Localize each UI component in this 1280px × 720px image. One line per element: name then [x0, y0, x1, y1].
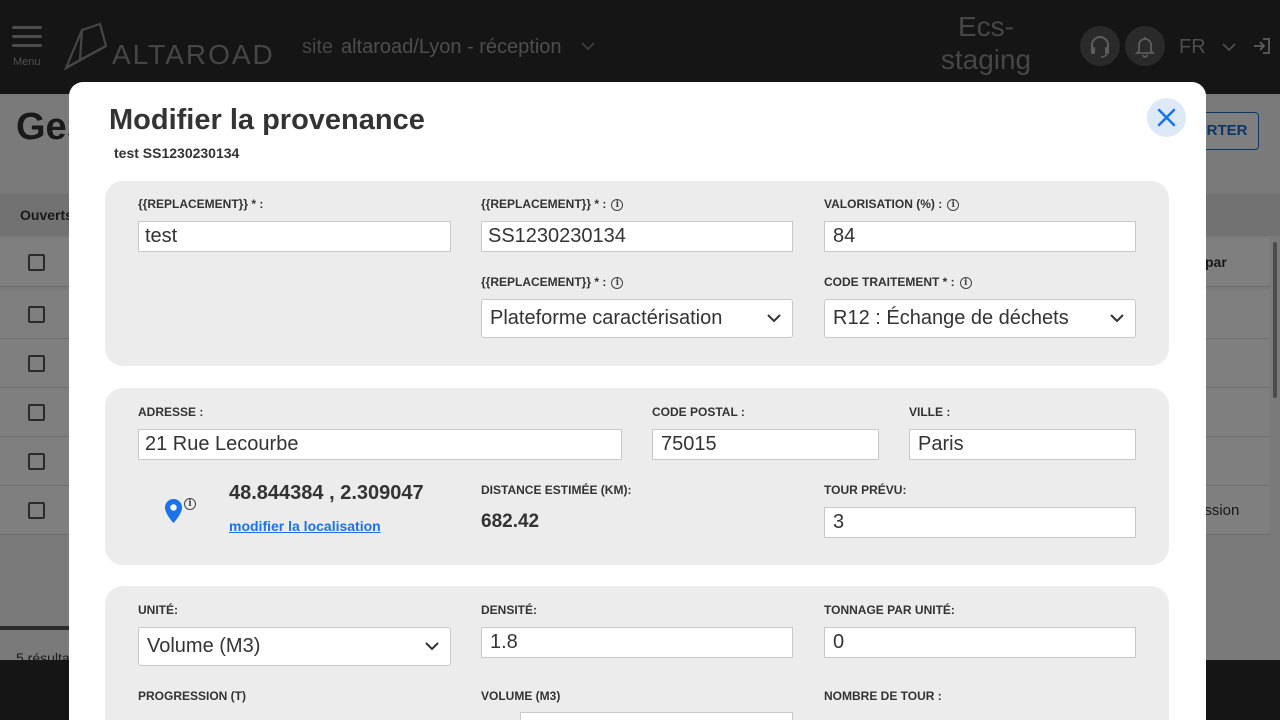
tonnage-label: TONNAGE PAR UNITÉ:: [824, 603, 955, 617]
info-icon[interactable]: i: [611, 276, 624, 289]
progression-label: PROGRESSION (T): [138, 689, 247, 703]
identification-section: {{REPLACEMENT}} * : test {{REPLACEMENT}}…: [105, 181, 1169, 366]
valorisation-label: VALORISATION (%) : i: [824, 197, 960, 211]
info-icon[interactable]: i: [947, 198, 960, 211]
densite-input[interactable]: 1.8: [481, 627, 793, 658]
modify-location-link[interactable]: modifier la localisation: [229, 518, 381, 534]
field1-input[interactable]: test: [138, 221, 451, 252]
valorisation-label-text: VALORISATION (%) :: [824, 197, 943, 211]
modal-title: Modifier la provenance: [109, 104, 425, 136]
code-postal-input[interactable]: 75015: [652, 429, 879, 460]
unite-label: UNITÉ:: [138, 603, 178, 617]
info-icon[interactable]: i: [611, 198, 624, 211]
tour-prevu-label: TOUR PRÉVU:: [824, 483, 907, 497]
info-icon[interactable]: i: [959, 276, 972, 289]
coordinates: 48.844384 , 2.309047: [229, 482, 424, 504]
code-traitement-label-text: CODE TRAITEMENT * :: [824, 275, 955, 289]
field3-label-text: {{REPLACEMENT}} * :: [481, 275, 607, 289]
tour-prevu-input[interactable]: 3: [824, 507, 1136, 538]
location-section: ADRESSE : 21 Rue Lecourbe CODE POSTAL : …: [105, 388, 1169, 565]
adresse-label: ADRESSE :: [138, 405, 204, 419]
ville-label: VILLE :: [909, 405, 951, 419]
field2-label-text: {{REPLACEMENT}} * :: [481, 197, 607, 211]
code-traitement-select[interactable]: R12 : Échange de déchets: [824, 299, 1136, 338]
volume-label: VOLUME (M3): [481, 689, 561, 703]
edit-provenance-modal: Modifier la provenance test SS1230230134…: [69, 82, 1206, 720]
field2-label: {{REPLACEMENT}} * : i: [481, 197, 624, 211]
code-traitement-selected-value: R12 : Échange de déchets: [833, 307, 1069, 329]
code-postal-label: CODE POSTAL :: [652, 405, 745, 419]
adresse-input[interactable]: 21 Rue Lecourbe: [138, 429, 622, 460]
volume-input[interactable]: [520, 712, 793, 720]
field1-label: {{REPLACEMENT}} * :: [138, 197, 264, 211]
quantity-section: UNITÉ: Volume (M3) DENSITÉ: 1.8 TONNAGE …: [105, 586, 1169, 720]
chevron-down-icon: [1110, 314, 1124, 323]
distance-label: DISTANCE ESTIMÉE (KM):: [481, 483, 632, 497]
close-icon: [1157, 108, 1176, 127]
unite-select[interactable]: Volume (M3): [138, 627, 451, 666]
field2-input[interactable]: SS1230230134: [481, 221, 793, 252]
field3-select[interactable]: Plateforme caractérisation: [481, 299, 793, 338]
field3-selected-value: Plateforme caractérisation: [490, 307, 723, 329]
densite-label: DENSITÉ:: [481, 603, 538, 617]
code-traitement-label: CODE TRAITEMENT * : i: [824, 275, 972, 289]
map-pin-icon[interactable]: [164, 498, 183, 524]
modal-subtitle: test SS1230230134: [114, 145, 240, 161]
chevron-down-icon: [425, 642, 439, 651]
ville-input[interactable]: Paris: [909, 429, 1136, 460]
tonnage-input[interactable]: 0: [824, 627, 1136, 658]
close-button[interactable]: [1147, 98, 1186, 137]
valorisation-input[interactable]: 84: [824, 221, 1136, 252]
field3-label: {{REPLACEMENT}} * : i: [481, 275, 624, 289]
distance-value: 682.42: [481, 511, 540, 532]
nombre-tour-label: NOMBRE DE TOUR :: [824, 689, 942, 703]
chevron-down-icon: [767, 314, 781, 323]
info-icon[interactable]: i: [184, 498, 196, 510]
unite-selected-value: Volume (M3): [147, 635, 261, 657]
